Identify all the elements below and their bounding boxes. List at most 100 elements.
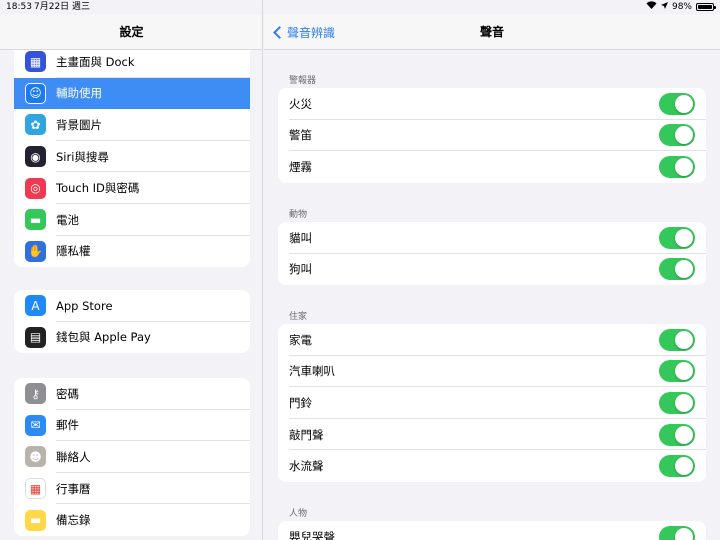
sidebar-item-label: 行事曆 [56, 481, 91, 496]
sidebar-item-label: 隱私權 [56, 244, 91, 259]
sidebar-item-label: 聯絡人 [56, 449, 91, 464]
hand-icon: ✋ [25, 240, 46, 262]
toggle-knob [675, 126, 693, 145]
sidebar-item-label: Siri與搜尋 [56, 149, 109, 164]
sidebar-item-label: 背景圖片 [56, 117, 102, 132]
sidebar-item-grid[interactable]: ▦ 主畫面與 Dock [14, 46, 250, 78]
page-title: 聲音 [479, 25, 504, 39]
toggle-knob [675, 260, 693, 279]
sound-toggle[interactable] [659, 155, 695, 178]
sidebar-item-fingerprint[interactable]: ◎ Touch ID與密碼 [14, 172, 250, 204]
sidebar-item-label: 密碼 [56, 386, 79, 401]
toggle-knob [675, 228, 693, 247]
sidebar-item-label: App Store [56, 298, 113, 313]
sidebar-item-contacts[interactable]: ☻ 聯絡人 [14, 441, 250, 473]
sound-toggle[interactable] [659, 525, 695, 540]
sidebar-group: ⚷ 密碼 ✉ 郵件 ☻ 聯絡人 ▦ 行事曆 ▬ 備忘錄 [14, 378, 250, 536]
sidebar-item-battery[interactable]: ▬ 電池 [14, 204, 250, 236]
status-time: 18:53 [6, 2, 32, 12]
battery-icon: ▬ [25, 209, 46, 231]
sound-toggle[interactable] [659, 258, 695, 281]
status-right: 98% [646, 0, 716, 14]
sidebar-item-label: 輔助使用 [56, 86, 102, 101]
sound-row: 汽車喇叭 [278, 356, 706, 388]
sidebar-item-wallet[interactable]: ▤ 錢包與 Apple Pay [14, 322, 250, 354]
sound-label: 汽車喇叭 [289, 364, 335, 379]
location-icon [660, 0, 668, 14]
contacts-icon: ☻ [25, 446, 46, 468]
sidebar-item-calendar[interactable]: ▦ 行事曆 [14, 473, 250, 505]
sound-row: 火災 [278, 88, 706, 120]
sound-group: 嬰兒哭聲 [278, 521, 706, 540]
sound-toggle[interactable] [659, 455, 695, 478]
sidebar-item-accessibility[interactable]: ☺ 輔助使用 [14, 77, 250, 110]
sidebar-item-key[interactable]: ⚷ 密碼 [14, 378, 250, 410]
sidebar-item-label: 電池 [56, 212, 79, 227]
sound-toggle[interactable] [659, 423, 695, 446]
sidebar-item-notes[interactable]: ▬ 備忘錄 [14, 504, 250, 536]
app-store-icon: A [25, 295, 46, 317]
toggle-knob [675, 393, 693, 412]
wallet-icon: ▤ [25, 326, 46, 348]
sound-label: 火災 [289, 96, 312, 111]
toggle-knob [675, 94, 693, 113]
sound-toggle[interactable] [659, 124, 695, 147]
sound-group: 貓叫 狗叫 [278, 222, 706, 286]
sound-label: 狗叫 [289, 262, 312, 277]
section-header: 動物 [289, 210, 308, 220]
battery-indicator-icon [696, 3, 716, 11]
sound-toggle[interactable] [659, 328, 695, 351]
calendar-icon: ▦ [25, 478, 46, 500]
sidebar-item-label: 主畫面與 Dock [56, 54, 135, 69]
sidebar-item-app-store[interactable]: A App Store [14, 290, 250, 322]
sound-toggle[interactable] [659, 226, 695, 249]
sidebar-item-label: 錢包與 Apple Pay [56, 330, 151, 345]
sound-detail-panel: 聲音辨識 聲音 警報器火災警笛煙霧動物貓叫狗叫住家家電汽車喇叭門鈴敲門聲水流聲人… [264, 0, 720, 540]
settings-sidebar: 設定 ▦ 主畫面與 Dock ☺ 輔助使用 ✿ 背景圖片 ◉ Siri與搜尋 ◎ Touch ID… [0, 0, 263, 540]
sound-label: 警笛 [289, 128, 312, 143]
flower-icon: ✿ [25, 114, 46, 136]
section-header: 人物 [289, 509, 308, 519]
sidebar-item-hand[interactable]: ✋ 隱私權 [14, 236, 250, 268]
sound-row: 門鈴 [278, 387, 706, 419]
status-bar: 18:53 7月22日 週三 98% [0, 0, 720, 14]
sidebar-item-label: 備忘錄 [56, 513, 91, 528]
sound-toggle[interactable] [659, 391, 695, 414]
sound-label: 敲門聲 [289, 427, 324, 442]
section-header: 住家 [289, 312, 308, 322]
sidebar-group: ▦ 主畫面與 Dock ☺ 輔助使用 ✿ 背景圖片 ◉ Siri與搜尋 ◎ Touch ID與密碼… [14, 46, 250, 268]
section-header: 警報器 [289, 76, 317, 86]
sound-label: 門鈴 [289, 395, 312, 410]
notes-icon: ▬ [25, 509, 46, 531]
accessibility-icon: ☺ [25, 82, 46, 104]
sound-row: 嬰兒哭聲 [278, 521, 706, 540]
grid-icon: ▦ [25, 51, 46, 73]
toggle-knob [675, 527, 693, 540]
sound-row: 家電 [278, 324, 706, 356]
navigation-bar: 聲音辨識 聲音 [264, 14, 720, 50]
status-date: 7月22日 週三 [34, 2, 91, 12]
sound-row: 警笛 [278, 120, 706, 152]
sound-row: 貓叫 [278, 222, 706, 254]
sidebar-title: 設定 [0, 14, 262, 50]
sidebar-item-siri[interactable]: ◉ Siri與搜尋 [14, 141, 250, 173]
toggle-knob [675, 457, 693, 476]
toggle-knob [675, 425, 693, 444]
sound-label: 貓叫 [289, 230, 312, 245]
sidebar-item-flower[interactable]: ✿ 背景圖片 [14, 109, 250, 141]
sidebar-item-label: Touch ID與密碼 [56, 181, 140, 196]
sound-row: 煙霧 [278, 151, 706, 183]
toggle-knob [675, 362, 693, 381]
sound-label: 煙霧 [289, 159, 312, 174]
sound-group: 家電汽車喇叭門鈴敲門聲水流聲 [278, 324, 706, 482]
sound-toggle[interactable] [659, 360, 695, 383]
wifi-icon [646, 0, 657, 14]
siri-icon: ◉ [25, 146, 46, 168]
sound-row: 敲門聲 [278, 419, 706, 451]
sound-toggle[interactable] [659, 92, 695, 115]
sound-row: 水流聲 [278, 450, 706, 482]
sidebar-item-mail[interactable]: ✉ 郵件 [14, 410, 250, 442]
sound-label: 嬰兒哭聲 [289, 529, 335, 540]
mail-icon: ✉ [25, 414, 46, 436]
sound-label: 水流聲 [289, 459, 324, 474]
